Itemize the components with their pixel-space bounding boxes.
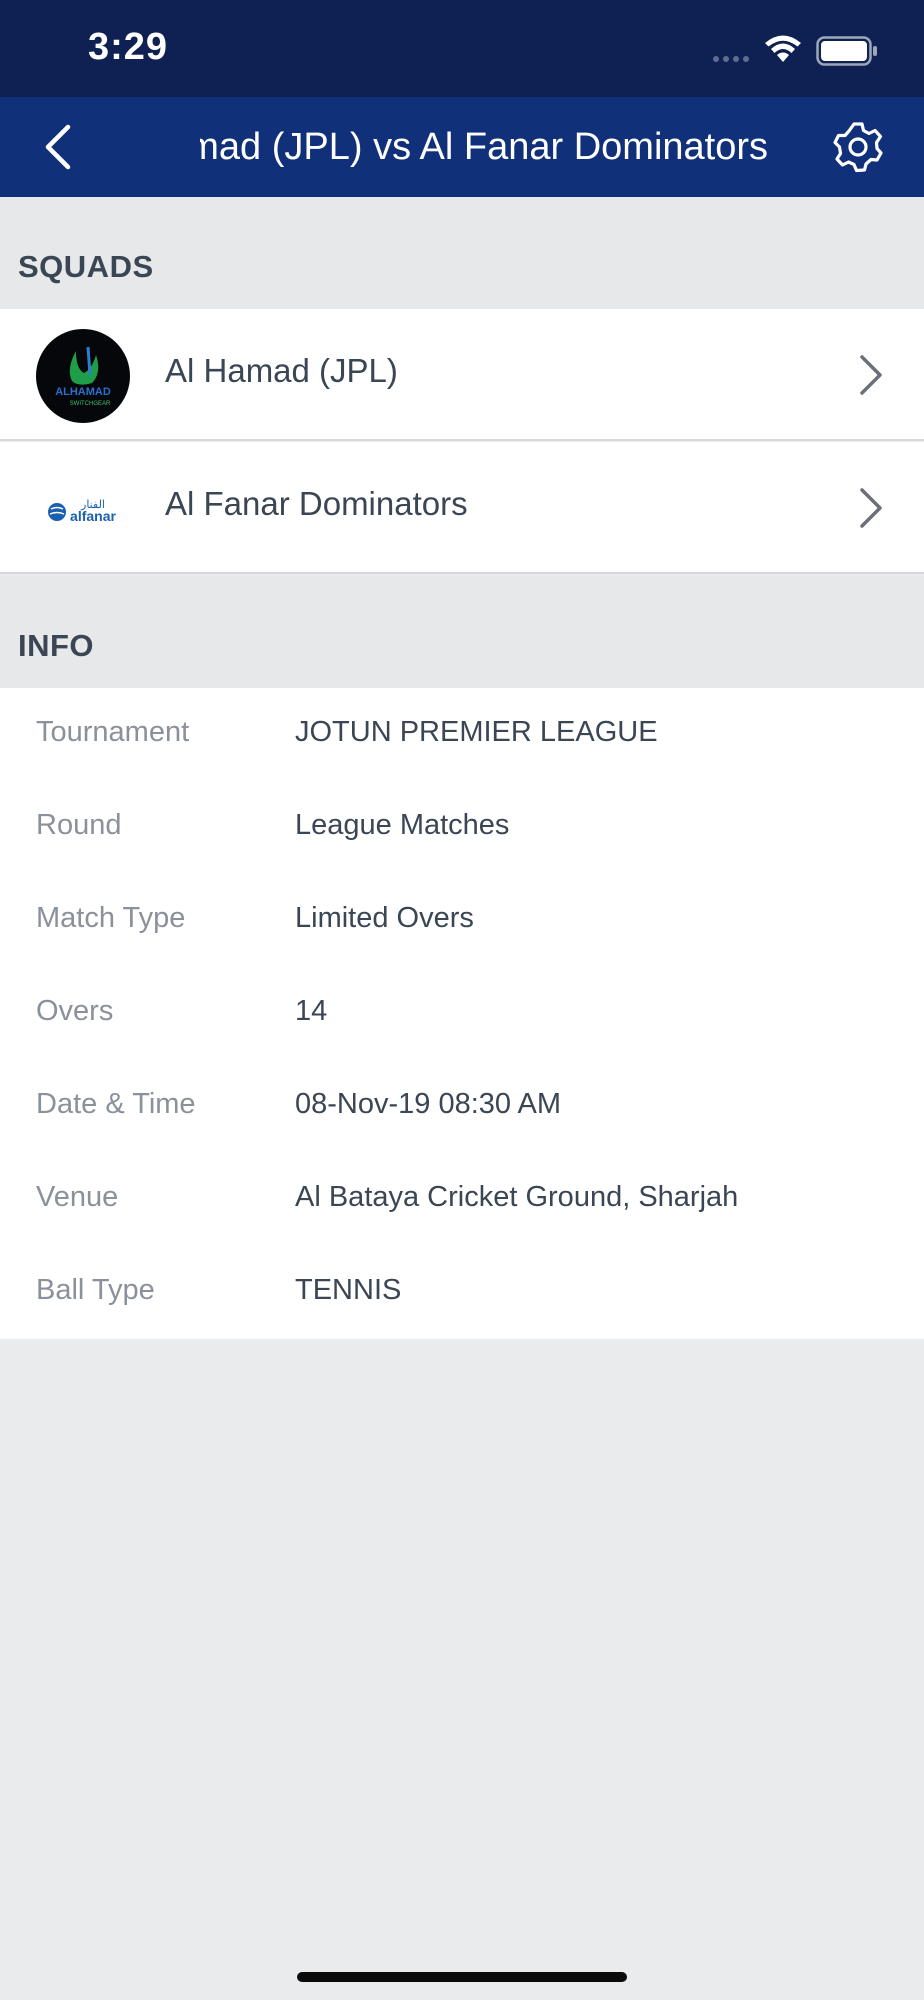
info-row-venue: Venue Al Bataya Cricket Ground, Sharjah: [0, 1153, 924, 1246]
al-hamad-logo: ALHAMAD SWITCHGEAR: [36, 329, 130, 423]
status-bar: 3:29: [0, 0, 924, 97]
squad-row-al-hamad[interactable]: ALHAMAD SWITCHGEAR Al Hamad (JPL): [0, 309, 924, 441]
squad-row-al-fanar[interactable]: الفنار alfanar Al Fanar Dominators: [0, 442, 924, 574]
info-value: JOTUN PREMIER LEAGUE: [295, 716, 658, 748]
cellular-signal-icon: [713, 56, 749, 62]
info-row-tournament: Tournament JOTUN PREMIER LEAGUE: [0, 688, 924, 781]
info-value: 08-Nov-19 08:30 AM: [295, 1088, 561, 1120]
chevron-right-icon: [860, 488, 882, 528]
chevron-right-icon: [860, 355, 882, 395]
svg-text:SWITCHGEAR: SWITCHGEAR: [70, 401, 111, 407]
info-row-ball-type: Ball Type TENNIS: [0, 1246, 924, 1339]
info-label: Ball Type: [36, 1274, 155, 1306]
svg-text:ALHAMAD: ALHAMAD: [55, 386, 111, 398]
info-row-round: Round League Matches: [0, 781, 924, 874]
nav-title-container: Al Hamad (JPL) vs Al Fanar Dominators: [200, 97, 800, 197]
alfanar-logo: الفنار alfanar: [48, 498, 117, 524]
info-value: TENNIS: [295, 1274, 402, 1306]
nav-bar: Al Hamad (JPL) vs Al Fanar Dominators: [0, 97, 924, 197]
info-header-label: INFO: [18, 628, 95, 663]
nav-title: Al Hamad (JPL) vs Al Fanar Dominators: [200, 125, 768, 168]
back-chevron-icon[interactable]: [36, 121, 86, 173]
info-label: Round: [36, 809, 122, 841]
status-time: 3:29: [88, 26, 169, 68]
team-name: Al Hamad (JPL): [165, 352, 398, 389]
team-name: Al Fanar Dominators: [165, 485, 468, 522]
squads-header-label: SQUADS: [18, 249, 154, 284]
info-row-date-time: Date & Time 08-Nov-19 08:30 AM: [0, 1060, 924, 1153]
info-label: Date & Time: [36, 1088, 196, 1120]
match-info-panel: Tournament JOTUN PREMIER LEAGUE Round Le…: [0, 688, 924, 1339]
home-indicator[interactable]: [297, 1972, 627, 1982]
gear-icon[interactable]: [830, 119, 886, 175]
info-label: Match Type: [36, 902, 186, 934]
info-value: 14: [295, 995, 328, 1027]
svg-text:alfanar: alfanar: [70, 508, 116, 524]
wifi-icon: [765, 35, 801, 62]
info-value: League Matches: [295, 809, 510, 841]
battery-icon: [816, 36, 877, 66]
info-label: Overs: [36, 995, 114, 1027]
info-value: Limited Overs: [295, 902, 474, 934]
info-label: Venue: [36, 1181, 119, 1213]
info-section-header: INFO: [0, 576, 924, 688]
info-label: Tournament: [36, 716, 190, 748]
info-row-match-type: Match Type Limited Overs: [0, 874, 924, 967]
info-row-overs: Overs 14: [0, 967, 924, 1060]
info-value: Al Bataya Cricket Ground, Sharjah: [295, 1181, 739, 1213]
squads-section-header: SQUADS: [0, 197, 924, 309]
